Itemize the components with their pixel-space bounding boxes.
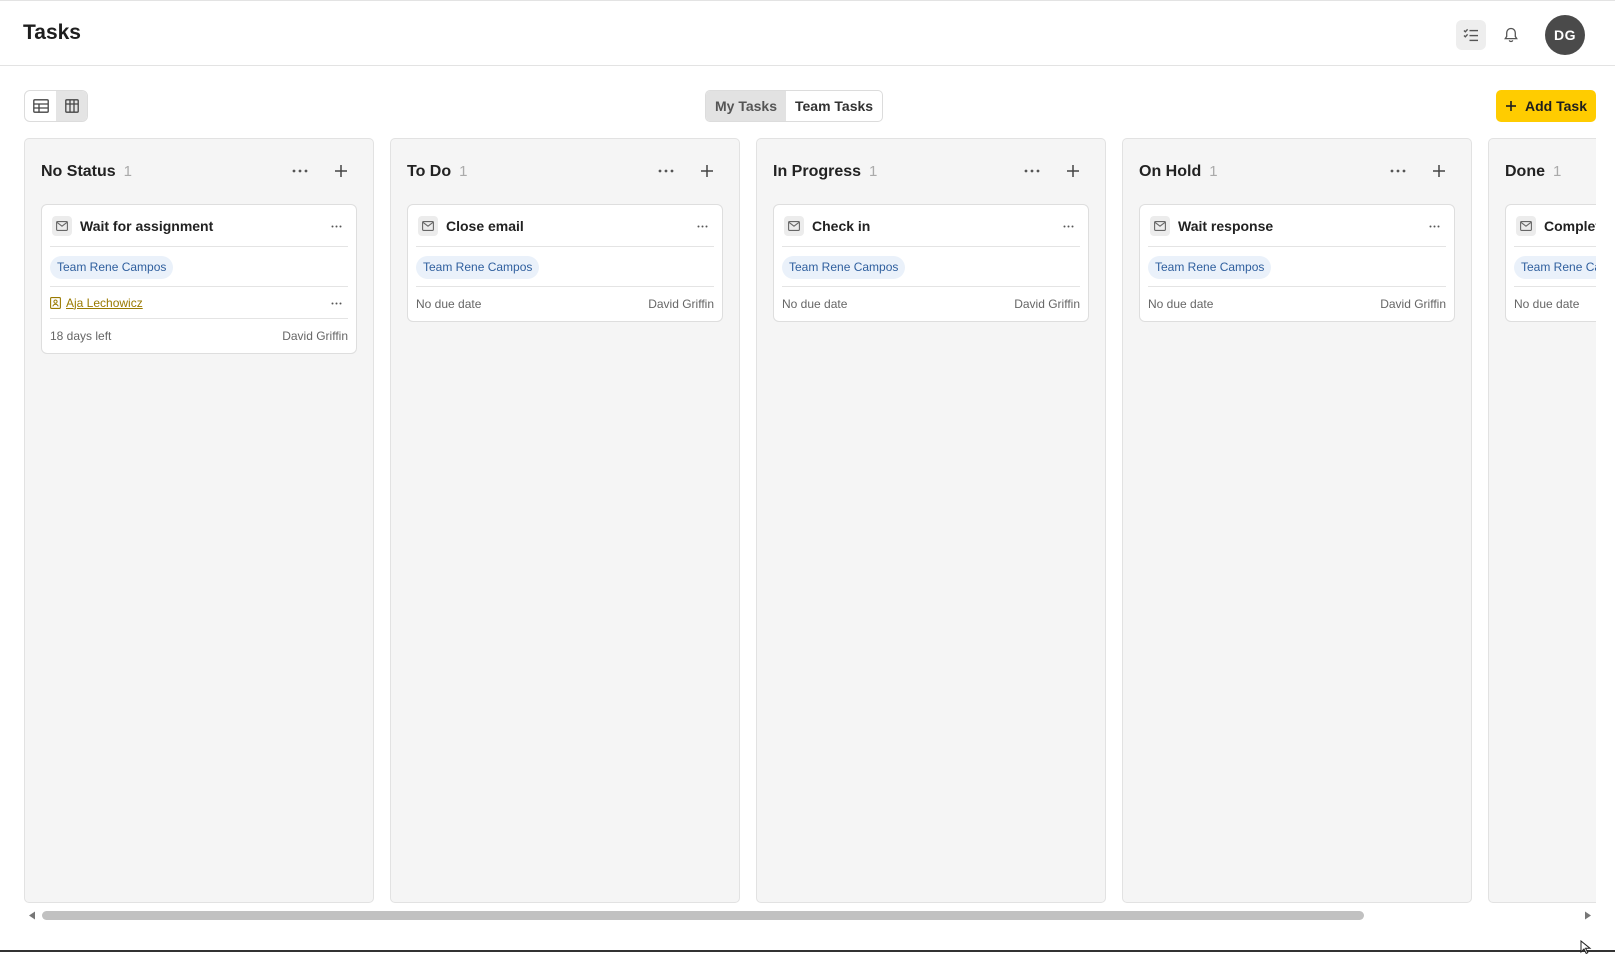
task-card[interactable]: Close email Team Rene Campos No due date… — [407, 204, 723, 322]
more-horizontal-icon — [697, 225, 707, 227]
card-title: Complete — [1544, 217, 1596, 234]
checklist-icon — [1463, 28, 1478, 42]
column-more-button[interactable] — [290, 161, 310, 181]
more-horizontal-icon — [331, 302, 341, 304]
assignee: David Griffin — [1014, 297, 1080, 311]
page-title: Tasks — [23, 21, 81, 44]
card-title: Wait for assignment — [80, 217, 214, 234]
contact-icon — [50, 296, 61, 309]
plus-icon — [1067, 165, 1079, 177]
plus-icon — [335, 165, 347, 177]
assignee: David Griffin — [282, 329, 348, 343]
due-date: 18 days left — [50, 329, 112, 343]
view-toggle — [24, 90, 88, 122]
mail-icon — [1150, 215, 1170, 236]
card-more-button[interactable] — [328, 218, 344, 234]
card-more-button[interactable] — [1426, 218, 1442, 234]
column-count: 1 — [869, 163, 878, 180]
kanban-icon — [64, 99, 79, 113]
column-count: 1 — [459, 163, 468, 180]
task-card[interactable]: Check in Team Rene Campos No due date Da… — [773, 204, 1089, 322]
notifications-button[interactable] — [1496, 20, 1526, 50]
column-to-do: To Do 1 Close email Team Rene Campos No … — [390, 138, 740, 903]
more-horizontal-icon — [1429, 225, 1439, 227]
column-title: No Status — [41, 163, 116, 180]
due-date: No due date — [782, 297, 848, 311]
bell-icon — [1504, 27, 1518, 43]
mail-icon — [784, 215, 804, 236]
column-add-button[interactable] — [331, 161, 351, 181]
column-title: To Do — [407, 163, 452, 180]
tab-team-tasks[interactable]: Team Tasks — [786, 91, 882, 121]
column-title: In Progress — [773, 163, 862, 180]
kanban-board: No Status 1 Wait for assignment Team Ren… — [24, 138, 1596, 903]
due-date: No due date — [1148, 297, 1214, 311]
team-tag: Team Rene Ca — [1514, 256, 1596, 279]
card-more-button[interactable] — [1060, 218, 1076, 234]
board-view-button[interactable] — [56, 91, 87, 121]
column-add-button[interactable] — [1063, 161, 1083, 181]
team-tag: Team Rene Campos — [1148, 256, 1272, 279]
add-task-button[interactable]: Add Task — [1496, 90, 1596, 122]
column-more-button[interactable] — [656, 161, 676, 181]
column-no-status: No Status 1 Wait for assignment Team Ren… — [24, 138, 374, 903]
task-card[interactable]: Wait response Team Rene Campos No due da… — [1139, 204, 1455, 322]
more-horizontal-icon — [331, 225, 341, 227]
team-tag: Team Rene Campos — [782, 256, 906, 279]
team-tag: Team Rene Campos — [50, 256, 174, 279]
column-done: Done 1 Complete Team Rene Ca No due date — [1488, 138, 1596, 903]
scrollbar-thumb[interactable] — [42, 911, 1364, 920]
more-horizontal-icon — [292, 169, 308, 173]
mail-icon — [52, 215, 72, 236]
more-horizontal-icon — [1063, 225, 1073, 227]
mail-icon — [418, 215, 438, 236]
column-count: 1 — [1209, 163, 1218, 180]
card-title: Check in — [812, 217, 871, 234]
column-count: 1 — [123, 163, 133, 180]
table-icon — [32, 99, 49, 113]
more-horizontal-icon — [1390, 169, 1406, 173]
table-view-button[interactable] — [25, 91, 56, 121]
column-on-hold: On Hold 1 Wait response Team Rene Campos — [1122, 138, 1472, 903]
more-horizontal-icon — [658, 169, 674, 173]
window-bottom-edge — [0, 950, 1615, 952]
plus-icon — [701, 165, 713, 177]
task-scope-tabs: My Tasks Team Tasks — [705, 90, 884, 122]
contact-more-button[interactable] — [328, 295, 344, 311]
due-date: No due date — [416, 297, 482, 311]
add-task-label: Add Task — [1525, 98, 1587, 114]
column-in-progress: In Progress 1 Check in Team Rene Campos — [756, 138, 1106, 903]
more-horizontal-icon — [1024, 169, 1040, 173]
column-add-button[interactable] — [1429, 161, 1449, 181]
team-tag: Team Rene Campos — [416, 256, 540, 279]
due-date: No due date — [1514, 297, 1580, 311]
mouse-cursor-icon — [1580, 940, 1592, 954]
column-title: On Hold — [1139, 163, 1202, 180]
contact-link[interactable]: Aja Lechowicz — [66, 296, 143, 310]
column-title: Done — [1505, 163, 1545, 180]
task-list-button[interactable] — [1456, 20, 1486, 50]
mail-icon — [1516, 215, 1536, 236]
task-card[interactable]: Complete Team Rene Ca No due date — [1505, 204, 1596, 322]
card-title: Close email — [446, 217, 524, 234]
column-more-button[interactable] — [1388, 161, 1408, 181]
assignee: David Griffin — [1380, 297, 1446, 311]
top-bar: Tasks DG — [0, 0, 1615, 66]
tab-my-tasks[interactable]: My Tasks — [706, 91, 786, 121]
plus-icon — [1433, 165, 1445, 177]
assignee: David Griffin — [648, 297, 714, 311]
card-title: Wait response — [1178, 217, 1274, 234]
column-add-button[interactable] — [697, 161, 717, 181]
task-card[interactable]: Wait for assignment Team Rene Campos Aja… — [41, 204, 357, 354]
column-more-button[interactable] — [1022, 161, 1042, 181]
scroll-right-arrow-icon[interactable] — [1584, 911, 1592, 920]
card-more-button[interactable] — [694, 218, 710, 234]
horizontal-scrollbar[interactable] — [24, 908, 1596, 922]
scroll-left-arrow-icon[interactable] — [28, 911, 36, 920]
avatar[interactable]: DG — [1545, 15, 1585, 55]
column-count: 1 — [1553, 163, 1562, 180]
plus-icon — [1506, 101, 1516, 111]
